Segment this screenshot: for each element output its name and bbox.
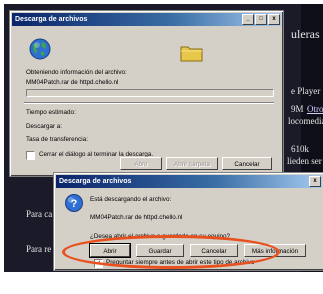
dialog-titlebar[interactable]: Descarga de archivos x (56, 175, 322, 188)
background-text: locomedia (288, 116, 323, 126)
background-text: Para ca (26, 209, 53, 219)
estimated-time-label: Tiempo estimado: (26, 109, 76, 116)
download-to-label: Descargar a: (26, 123, 63, 130)
window-title: Descarga de archivos (15, 16, 88, 23)
background-text: e Player (291, 86, 321, 96)
question-icon: ? (65, 194, 83, 212)
close-button[interactable]: x (309, 176, 321, 187)
close-button[interactable]: x (268, 14, 280, 25)
download-progress-bar (26, 89, 274, 97)
transfer-rate-label: Tasa de transferencia: (26, 136, 88, 143)
maximize-button[interactable]: □ (255, 14, 267, 25)
cancel-button[interactable]: Cancelar (222, 157, 272, 170)
download-progress-window: Descarga de archivos _ □ x Obteniendo in… (9, 10, 284, 177)
background-text: lieden ser (287, 156, 322, 166)
dialog-title: Descarga de archivos (59, 178, 132, 185)
globe-icon (29, 38, 51, 60)
status-text: Obteniendo información del archivo: (26, 69, 127, 76)
file-name-text: MM04Patch.rar de httpd.chello.nl (26, 79, 119, 86)
background-link[interactable]: Otro (307, 104, 323, 114)
svg-text:?: ? (71, 198, 78, 210)
highlight-ring (62, 235, 280, 269)
folder-icon (180, 46, 203, 62)
background-text: Para re (26, 244, 52, 254)
separator (24, 102, 274, 104)
open-folder-button[interactable]: Abrir carpeta (166, 157, 218, 170)
background-text: 610k (291, 144, 309, 154)
close-when-done-checkbox[interactable] (26, 151, 35, 160)
file-name-text: MM04Patch.rar de httpd.chello.nl (90, 214, 183, 221)
status-text: Está descargando el archivo: (90, 196, 172, 203)
minimize-button[interactable]: _ (242, 14, 254, 25)
open-button[interactable]: Abrir (120, 157, 162, 170)
background-text: uleras (291, 27, 320, 41)
background-text: 9M (291, 104, 304, 114)
window-titlebar[interactable]: Descarga de archivos _ □ x (12, 13, 281, 26)
